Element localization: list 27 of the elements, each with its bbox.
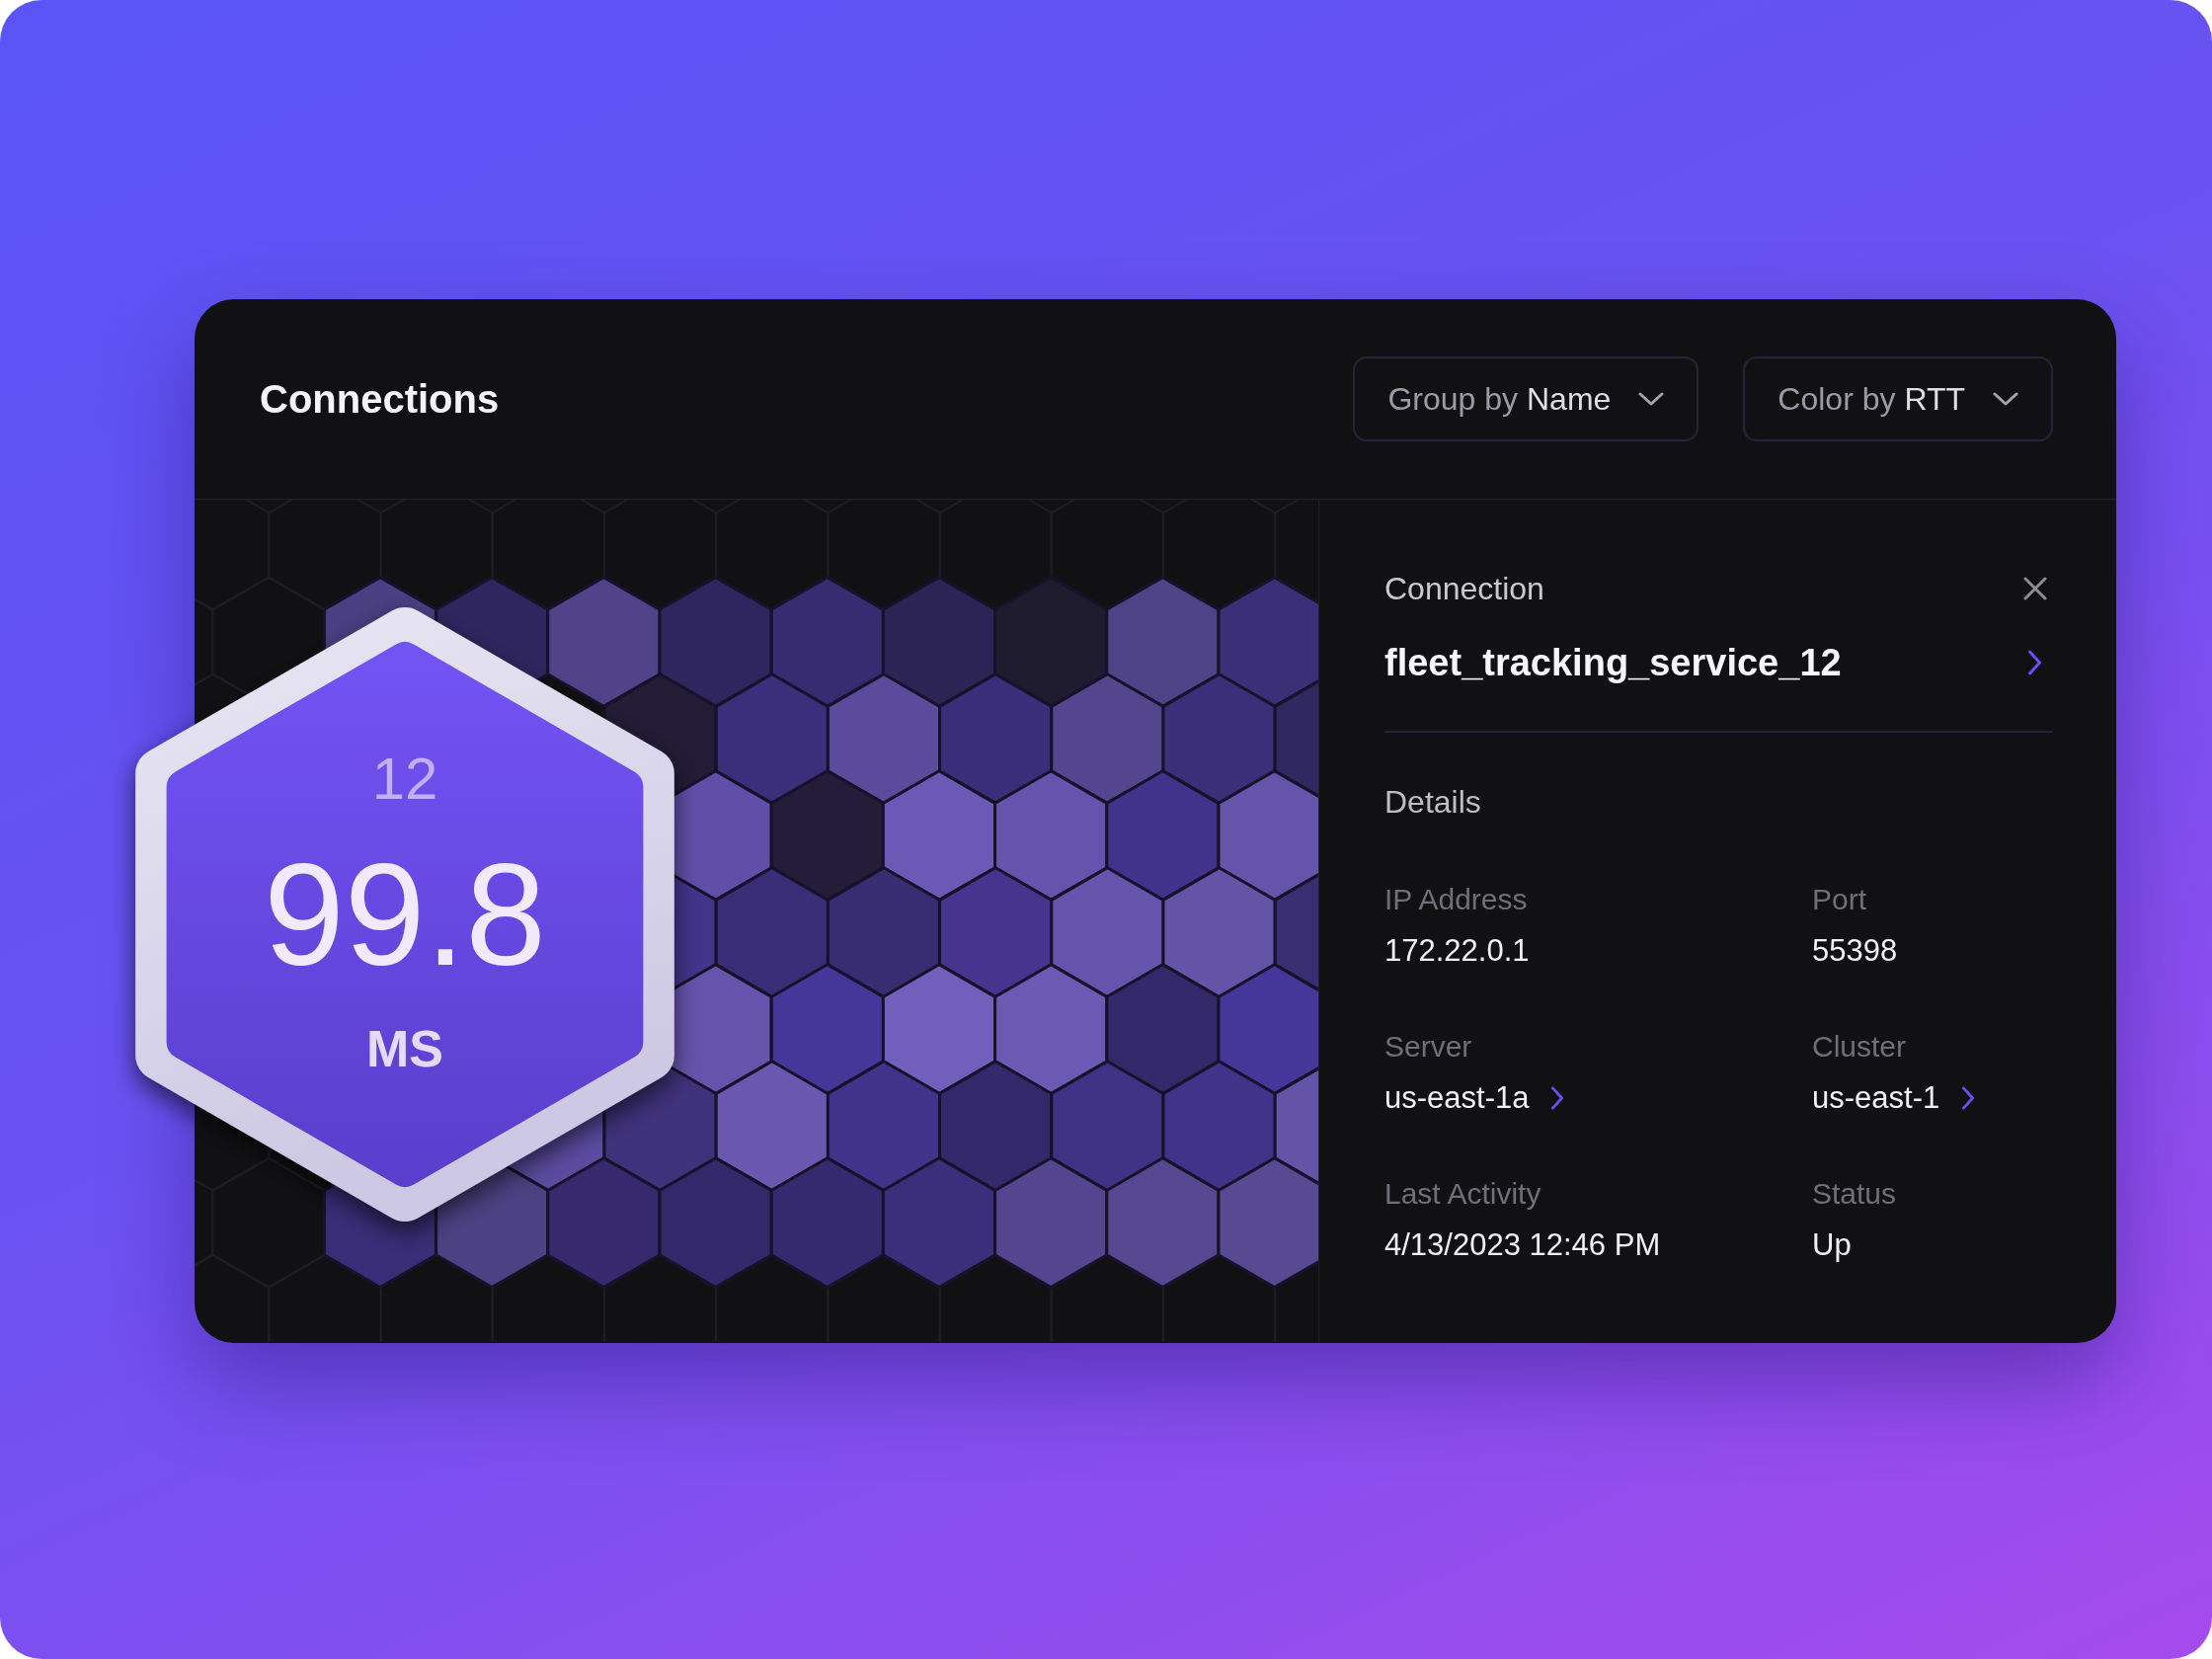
dropdown-button[interactable]: Color by RTT [1743,356,2053,441]
field-value: 172.22.0.1 [1384,932,1530,970]
section-title: Connection [1384,570,1544,608]
cell-count: 12 [371,745,438,814]
close-icon[interactable] [2023,577,2047,600]
field-label: Cluster [1812,1029,1907,1065]
dropdown-button[interactable]: Group by Name [1353,356,1699,441]
chevron-right-icon[interactable] [1961,1086,1976,1110]
card-title: Connections [260,376,500,423]
latency-value: 99.8 [263,835,547,993]
connection-name: fleet_tracking_service_12 [1384,641,1842,685]
latency-unit: MS [366,1019,443,1078]
chevron-down-icon [1638,392,1665,406]
field-label: Status [1812,1176,1897,1212]
field-label: Last Activity [1384,1176,1541,1212]
field-link[interactable]: us-east-1 [1812,1078,1940,1118]
field-value: 55398 [1812,932,1898,970]
chevron-right-icon[interactable] [1550,1086,1565,1110]
chevron-down-icon [1993,392,2018,406]
field-value: 4/13/2023 12:46 PM [1384,1226,1661,1264]
chevron-right-icon[interactable] [2027,650,2042,675]
field-link[interactable]: us-east-1a [1384,1078,1530,1118]
field-label: Server [1384,1029,1472,1065]
details-heading: Details [1384,783,1481,822]
field-label: Port [1812,882,1867,917]
field-value: Up [1812,1226,1852,1264]
field-label: IP Address [1384,882,1528,917]
